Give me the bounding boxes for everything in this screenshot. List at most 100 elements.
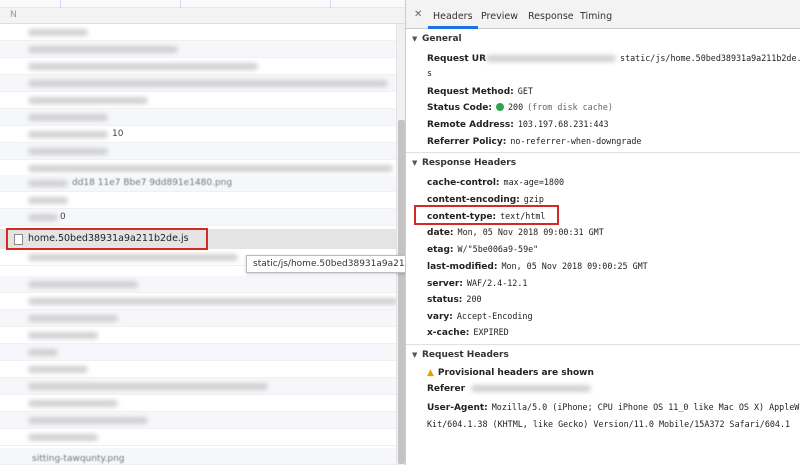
active-tab-indicator — [428, 26, 478, 29]
tooltip-text: static/js/home.50bed38931a9a211b2de.js — [253, 259, 405, 269]
request-method-value: GET — [517, 86, 533, 96]
table-row[interactable] — [0, 395, 396, 412]
table-row[interactable] — [0, 41, 396, 58]
tab-timing[interactable]: Timing — [580, 11, 612, 22]
section-response-headers[interactable]: ▼ Response Headers — [412, 158, 516, 168]
table-row[interactable] — [0, 310, 396, 327]
row-label: 10 — [112, 129, 124, 139]
header-key: x-cache: — [427, 328, 470, 338]
redacted-text — [28, 131, 108, 138]
table-row[interactable]: 10 — [0, 126, 396, 143]
user-agent-label: User-Agent: — [427, 403, 488, 413]
status-ok-icon — [496, 103, 504, 111]
response-header-row: date: Mon, 05 Nov 2018 09:00:31 GMT — [427, 227, 604, 238]
table-row[interactable]: 0 — [0, 209, 396, 226]
response-header-row: content-encoding: gzip — [427, 194, 544, 205]
request-details-panel: ✕ Headers Preview Response Timing ▼ Gener… — [405, 0, 800, 465]
timeline-tick — [180, 0, 181, 8]
header-value: EXPIRED — [473, 327, 509, 337]
response-header-row: vary: Accept-Encoding — [427, 311, 533, 322]
table-row[interactable] — [0, 429, 396, 446]
redacted-text — [28, 417, 148, 424]
table-row[interactable] — [0, 109, 396, 126]
request-url-row-cont: s — [427, 68, 432, 79]
response-header-row: etag: W/"5be006a9-59e" — [427, 244, 538, 255]
annotation-box-selected-file — [6, 228, 208, 250]
section-divider — [406, 152, 800, 153]
header-value: Accept-Encoding — [456, 311, 533, 321]
remote-address-label: Remote Address: — [427, 120, 514, 130]
section-title: Response Headers — [422, 158, 517, 168]
list-scrollbar[interactable] — [396, 24, 405, 465]
tab-response[interactable]: Response — [528, 11, 574, 22]
table-row[interactable] — [0, 92, 396, 109]
provisional-warning-text: Provisional headers are shown — [437, 368, 594, 378]
header-key: content-encoding: — [427, 195, 520, 205]
tab-preview[interactable]: Preview — [481, 11, 518, 22]
header-value: Mon, 05 Nov 2018 09:00:31 GMT — [457, 227, 604, 237]
details-tabbar: ✕ Headers Preview Response Timing — [406, 0, 800, 29]
table-row[interactable] — [0, 327, 396, 344]
redacted-text — [28, 366, 88, 373]
table-row[interactable] — [0, 378, 396, 395]
expand-triangle-icon: ▼ — [412, 35, 418, 43]
table-row[interactable] — [0, 361, 396, 378]
header-key: cache-control: — [427, 178, 500, 188]
request-url-row: Request UR static/js/home.50bed38931a9a21… — [427, 53, 800, 64]
table-row[interactable] — [0, 192, 396, 209]
row-label: dd18 11e7 Bbe7 9dd891e1480.png — [72, 178, 233, 188]
table-row[interactable] — [0, 276, 396, 293]
table-row[interactable] — [0, 58, 396, 75]
table-row[interactable] — [0, 143, 396, 160]
table-row[interactable] — [0, 24, 396, 41]
response-header-row: server: WAF/2.4-12.1 — [427, 278, 527, 289]
section-general[interactable]: ▼ General — [412, 34, 462, 44]
redacted-text — [28, 46, 178, 53]
provisional-warning-row: ▲ Provisional headers are shown — [427, 368, 594, 378]
redacted-text — [28, 63, 258, 70]
request-method-row: Request Method: GET — [427, 86, 533, 97]
redacted-text — [486, 55, 617, 62]
section-request-headers[interactable]: ▼ Request Headers — [412, 350, 509, 360]
table-row[interactable] — [0, 293, 398, 310]
referrer-policy-value: no-referrer-when-downgrade — [510, 136, 642, 146]
redacted-text — [28, 180, 68, 187]
timeline-overview[interactable] — [0, 0, 405, 8]
header-value: 200 — [466, 294, 482, 304]
response-header-row: cache-control: max-age=1800 — [427, 177, 564, 188]
expand-triangle-icon: ▼ — [412, 351, 418, 359]
name-column-header[interactable]: N — [0, 8, 405, 24]
response-header-row: status: 200 — [427, 294, 482, 305]
redacted-text — [28, 281, 138, 288]
user-agent-row: User-Agent: Mozilla/5.0 (iPhone; CPU iPho… — [427, 402, 800, 413]
header-key: etag: — [427, 245, 454, 255]
table-row[interactable] — [0, 75, 396, 92]
redacted-text — [28, 148, 108, 155]
redacted-text — [28, 29, 88, 36]
redacted-text — [28, 165, 393, 172]
scrollbar-thumb[interactable] — [398, 120, 405, 464]
table-row[interactable] — [0, 412, 396, 429]
close-icon[interactable]: ✕ — [414, 9, 422, 20]
section-title: General — [422, 34, 462, 44]
user-agent-value: Mozilla/5.0 (iPhone; CPU iPhone OS 11_0 … — [491, 402, 800, 412]
table-row[interactable]: sitting-tawqunty.png — [0, 448, 396, 465]
redacted-text — [28, 254, 238, 261]
request-url-label: Request UR — [427, 54, 487, 64]
tab-headers[interactable]: Headers — [433, 11, 473, 22]
redacted-text — [28, 114, 108, 121]
request-url-value-cont: s — [427, 68, 433, 78]
table-row[interactable] — [0, 344, 396, 361]
header-key: last-modified: — [427, 262, 498, 272]
status-code-row: Status Code: 200 (from disk cache) — [427, 102, 613, 113]
row-label: 0 — [60, 212, 66, 222]
remote-address-row: Remote Address: 103.197.68.231:443 — [427, 119, 609, 130]
request-url-value: static/js/home.50bed38931a9a211b2de.j — [620, 53, 800, 63]
row-label: sitting-tawqunty.png — [32, 454, 125, 464]
redacted-text — [28, 97, 148, 104]
table-row[interactable]: dd18 11e7 Bbe7 9dd891e1480.png — [0, 175, 396, 192]
url-tooltip: static/js/home.50bed38931a9a211b2de.js — [246, 255, 405, 273]
referrer-policy-label: Referrer Policy: — [427, 137, 507, 147]
timeline-tick — [60, 0, 61, 8]
header-value: WAF/2.4-12.1 — [466, 278, 528, 288]
